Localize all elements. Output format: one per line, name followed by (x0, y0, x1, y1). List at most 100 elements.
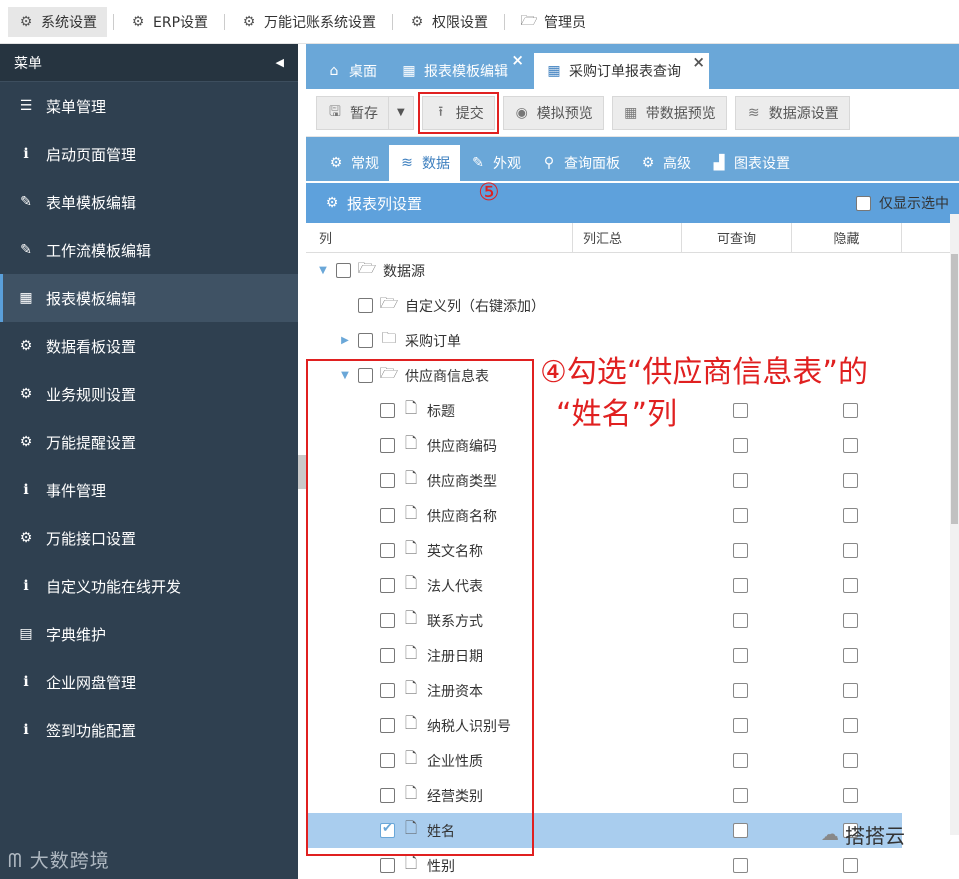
save-dropdown-button[interactable]: ▼ (389, 95, 414, 130)
hidden-checkbox[interactable] (843, 613, 858, 628)
tab-desktop[interactable]: ⌂ 桌面 (314, 53, 389, 89)
sidebar-item-label: 万能接口设置 (46, 529, 137, 548)
topnav-system-settings[interactable]: ⚙ 系统设置 (8, 6, 107, 37)
edit-icon: ✎ (20, 242, 32, 258)
tree-row-checkbox[interactable] (380, 858, 395, 873)
gear-icon: ⚙ (19, 13, 33, 30)
sidebar-item-form-template[interactable]: ✎ 表单模板编辑 (0, 178, 298, 226)
topnav-admin[interactable]: 🗁 管理员 (511, 7, 596, 37)
sidebar-item-business-rules[interactable]: ⚙ 业务规则设置 (0, 370, 298, 418)
hidden-checkbox[interactable] (843, 508, 858, 523)
topnav-permission-settings[interactable]: ⚙ 权限设置 (399, 7, 498, 37)
scrollbar-thumb[interactable] (951, 254, 958, 524)
sidebar-item-label: 菜单管理 (46, 97, 107, 116)
tab-data[interactable]: ≋ 数据 (389, 145, 460, 181)
datasource-settings-button[interactable]: ≋ 数据源设置 (734, 95, 850, 130)
tab-purchase-order-report[interactable]: ▦ 采购订单报表查询 × (534, 53, 709, 89)
sidebar-item-report-template[interactable]: ▦ 报表模板编辑 (0, 274, 298, 322)
submit-button[interactable]: ⭱ 提交 (417, 91, 499, 134)
column-header-row: 列 列汇总 可查询 隐藏 (306, 222, 959, 253)
edit-icon: ✎ (20, 194, 32, 210)
divider (224, 13, 226, 30)
hidden-checkbox[interactable] (843, 543, 858, 558)
tab-general[interactable]: ⚙ 常规 (318, 145, 389, 181)
hidden-checkbox[interactable] (843, 858, 858, 873)
sidebar-item-cloud-disk[interactable]: i 企业网盘管理 (0, 658, 298, 706)
queryable-checkbox[interactable] (733, 578, 748, 593)
topnav-label: 系统设置 (41, 14, 97, 31)
info-icon: i (23, 482, 29, 498)
only-selected-checkbox[interactable] (856, 195, 871, 211)
hidden-checkbox[interactable] (843, 438, 858, 453)
queryable-checkbox[interactable] (733, 613, 748, 628)
info-icon: i (23, 578, 29, 594)
only-selected-toggle[interactable]: 仅显示选中 (856, 193, 949, 213)
hidden-checkbox[interactable] (843, 753, 858, 768)
tree-row-checkbox[interactable] (358, 298, 373, 313)
collapse-arrow-icon[interactable]: ◀ (276, 56, 284, 69)
queryable-checkbox[interactable] (733, 858, 748, 873)
caret-down-icon[interactable]: ▼ (316, 265, 330, 276)
queryable-checkbox[interactable] (733, 788, 748, 803)
button-label: 数据源设置 (768, 105, 839, 122)
tab-chart-settings[interactable]: ▟ 图表设置 (701, 145, 800, 181)
queryable-checkbox[interactable] (733, 753, 748, 768)
save-draft-button[interactable]: 🖫 暂存 (316, 95, 389, 130)
topnav-accounting-settings[interactable]: ⚙ 万能记账系统设置 (231, 7, 386, 37)
sidebar-item-event-management[interactable]: i 事件管理 (0, 466, 298, 514)
queryable-checkbox[interactable] (733, 543, 748, 558)
tree-row-checkbox[interactable] (336, 263, 351, 278)
sidebar-item-custom-dev[interactable]: i 自定义功能在线开发 (0, 562, 298, 610)
sidebar-item-dashboard-settings[interactable]: ⚙ 数据看板设置 (0, 322, 298, 370)
tree-row-checkbox[interactable] (358, 333, 373, 348)
close-icon[interactable]: × (692, 53, 705, 71)
queryable-checkbox[interactable] (733, 648, 748, 663)
sidebar-item-label: 万能提醒设置 (46, 433, 137, 452)
sidebar-item-reminder-settings[interactable]: ⚙ 万能提醒设置 (0, 418, 298, 466)
topnav-erp-settings[interactable]: ⚙ ERP设置 (120, 7, 218, 37)
sidebar-item-workflow-template[interactable]: ✎ 工作流模板编辑 (0, 226, 298, 274)
divider (113, 13, 114, 30)
hidden-checkbox[interactable] (843, 718, 858, 733)
caret-right-icon[interactable]: ▶ (338, 335, 352, 346)
sidebar-item-api-settings[interactable]: ⚙ 万能接口设置 (0, 514, 298, 562)
magic-icon: ✎ (472, 155, 484, 171)
tab-bar: ⌂ 桌面 ▦ 报表模板编辑 × ▦ 采购订单报表查询 × (306, 44, 959, 89)
queryable-checkbox[interactable] (733, 508, 748, 523)
hidden-checkbox[interactable] (843, 578, 858, 593)
tab-report-template[interactable]: ▦ 报表模板编辑 × (389, 51, 524, 89)
sidebar-item-dictionary[interactable]: ▤ 字典维护 (0, 610, 298, 658)
database-icon: ≋ (401, 155, 413, 171)
sidebar-item-label: 自定义功能在线开发 (46, 577, 182, 596)
vertical-scrollbar[interactable] (950, 214, 959, 835)
tab-query-panel[interactable]: ⚲ 查询面板 (531, 145, 630, 181)
sidebar-item-label: 事件管理 (46, 481, 107, 500)
queryable-checkbox[interactable] (733, 718, 748, 733)
data-preview-button[interactable]: ▦ 带数据预览 (611, 95, 727, 130)
tab-label: 桌面 (349, 64, 377, 80)
tree-row[interactable]: ▼ 🗁 数据源 (306, 253, 959, 288)
hidden-checkbox[interactable] (843, 683, 858, 698)
sidebar-resize-handle[interactable] (298, 455, 306, 489)
hidden-checkbox[interactable] (843, 473, 858, 488)
tab-appearance[interactable]: ✎ 外观 (460, 145, 531, 181)
sidebar-item-signin-config[interactable]: i 签到功能配置 (0, 706, 298, 754)
hidden-checkbox[interactable] (843, 648, 858, 663)
hidden-checkbox[interactable] (843, 788, 858, 803)
queryable-checkbox[interactable] (733, 683, 748, 698)
queryable-checkbox[interactable] (733, 823, 748, 838)
sidebar-item-menu-management[interactable]: ☰ 菜单管理 (0, 82, 298, 130)
info-icon: i (23, 674, 29, 690)
topnav-label: 权限设置 (432, 14, 489, 31)
button-label: 提交 (455, 105, 484, 122)
queryable-checkbox[interactable] (733, 438, 748, 453)
queryable-checkbox[interactable] (733, 473, 748, 488)
close-icon[interactable]: × (511, 51, 524, 69)
panel-title: 报表列设置 (347, 194, 423, 213)
tab-advanced[interactable]: ⚙ 高级 (630, 145, 701, 181)
preview-button[interactable]: ◉ 模拟预览 (502, 95, 604, 130)
floppy-icon: 🖫 (329, 103, 341, 120)
sidebar-item-startup-page[interactable]: i 启动页面管理 (0, 130, 298, 178)
tree-row[interactable]: 🗁 自定义列（右键添加） (306, 288, 959, 323)
folder-open-icon: 🗁 (379, 294, 399, 312)
